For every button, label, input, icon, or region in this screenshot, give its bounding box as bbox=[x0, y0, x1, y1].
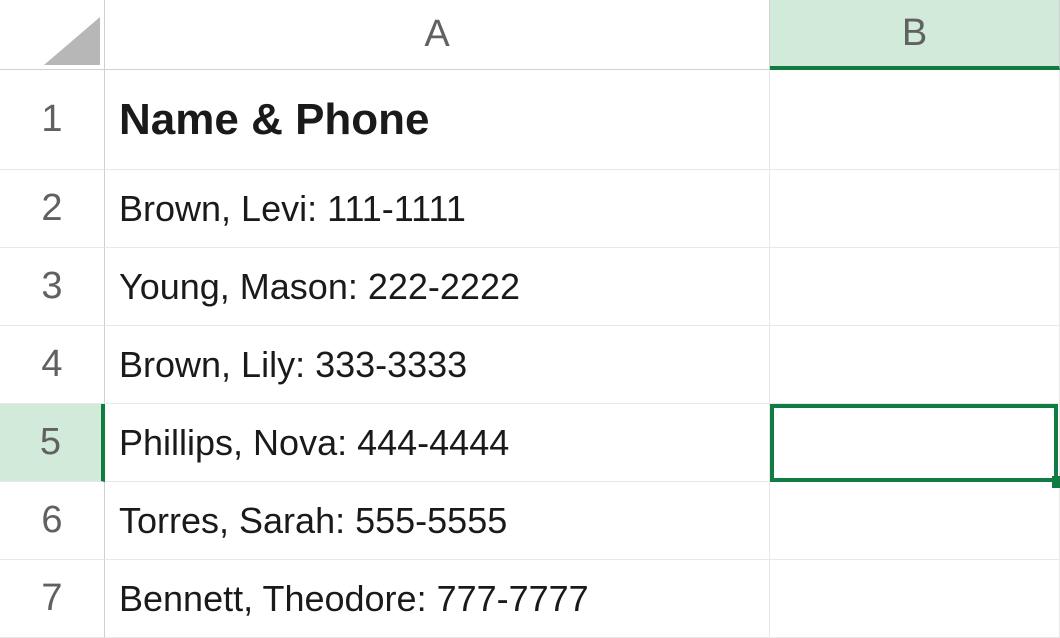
cell-B3[interactable] bbox=[770, 248, 1060, 326]
cell-A5[interactable]: Phillips, Nova: 444-4444 bbox=[105, 404, 770, 482]
cell-B2[interactable] bbox=[770, 170, 1060, 248]
cell-B1[interactable] bbox=[770, 70, 1060, 170]
column-header-A[interactable]: A bbox=[105, 0, 770, 70]
cell-A7[interactable]: Bennett, Theodore: 777-7777 bbox=[105, 560, 770, 638]
cell-A2[interactable]: Brown, Levi: 111-1111 bbox=[105, 170, 770, 248]
cell-B4[interactable] bbox=[770, 326, 1060, 404]
row-header-3[interactable]: 3 bbox=[0, 248, 105, 326]
cell-B7[interactable] bbox=[770, 560, 1060, 638]
select-all-triangle-icon bbox=[44, 17, 100, 65]
row-header-7[interactable]: 7 bbox=[0, 560, 105, 638]
select-all-corner[interactable] bbox=[0, 0, 105, 70]
row-header-2[interactable]: 2 bbox=[0, 170, 105, 248]
cell-A3[interactable]: Young, Mason: 222-2222 bbox=[105, 248, 770, 326]
row-header-1[interactable]: 1 bbox=[0, 70, 105, 170]
cell-A1[interactable]: Name & Phone bbox=[105, 70, 770, 170]
cell-A6[interactable]: Torres, Sarah: 555-5555 bbox=[105, 482, 770, 560]
column-header-B[interactable]: B bbox=[770, 0, 1060, 70]
cell-B6[interactable] bbox=[770, 482, 1060, 560]
row-header-4[interactable]: 4 bbox=[0, 326, 105, 404]
row-header-6[interactable]: 6 bbox=[0, 482, 105, 560]
spreadsheet-grid: A B 1 Name & Phone 2 Brown, Levi: 111-11… bbox=[0, 0, 1060, 638]
row-header-5[interactable]: 5 bbox=[0, 404, 105, 482]
fill-handle[interactable] bbox=[1052, 476, 1060, 488]
cell-B5[interactable] bbox=[770, 404, 1060, 482]
cell-A4[interactable]: Brown, Lily: 333-3333 bbox=[105, 326, 770, 404]
